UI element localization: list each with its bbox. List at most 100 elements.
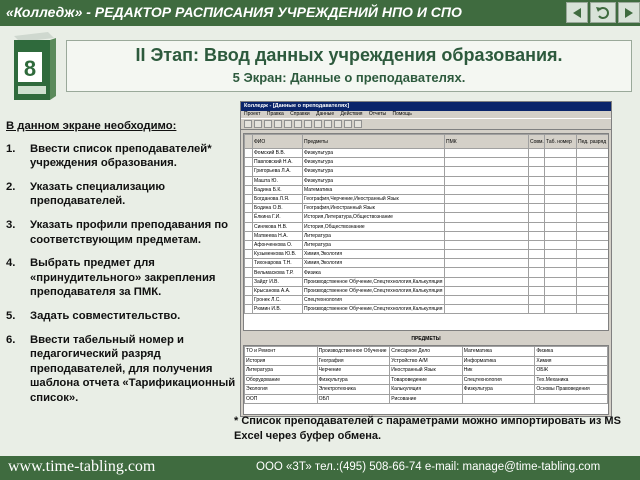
table-cell[interactable] <box>244 258 253 269</box>
toolbar-button[interactable] <box>354 120 362 128</box>
table-cell[interactable] <box>528 304 545 315</box>
table-cell[interactable]: Богданова Л.Я. <box>252 193 303 205</box>
table-cell[interactable]: Химия,Экология <box>302 258 445 269</box>
table-row[interactable]: Бодина О.В. География,Иностранный Язык <box>244 203 608 214</box>
table-cell[interactable]: Бадина Б.К. <box>252 184 303 195</box>
table-cell[interactable] <box>544 212 577 223</box>
table-cell[interactable]: Производственное Обучение,Спецтехнология… <box>302 276 445 287</box>
table-cell[interactable] <box>528 221 545 232</box>
table-row[interactable]: Вельмаскова Т.Р. Физика <box>244 267 608 278</box>
column-header[interactable]: Предметы <box>302 134 445 149</box>
table-cell[interactable] <box>444 221 529 232</box>
toolbar-button[interactable] <box>254 120 262 128</box>
table-cell[interactable]: Производственное Обучение,Спецтехнология… <box>302 304 445 315</box>
table-cell[interactable] <box>528 239 545 251</box>
column-header[interactable]: Таб. номер <box>544 134 577 149</box>
table-cell[interactable]: Тихонарова Т.Н. <box>252 258 303 269</box>
table-row[interactable]: Богданова Л.Я. География,Черчение,Иностра… <box>244 193 608 205</box>
table-cell[interactable]: Синякова Н.В. <box>252 221 303 232</box>
table-cell[interactable] <box>444 175 529 186</box>
table-cell[interactable]: Литература <box>302 230 445 241</box>
table-cell[interactable] <box>544 285 577 297</box>
table-cell[interactable]: История,Литература,Обществознание <box>302 212 445 223</box>
table-cell[interactable]: Математика <box>302 184 445 195</box>
subject-cell[interactable]: История <box>244 355 318 366</box>
menu-item[interactable]: Данные <box>316 111 334 117</box>
table-cell[interactable]: Спецтехнология <box>302 294 445 306</box>
menu-item[interactable]: Справки <box>290 111 310 117</box>
table-cell[interactable] <box>444 166 529 177</box>
table-cell[interactable]: Физкультура <box>302 175 445 186</box>
table-cell[interactable] <box>544 239 577 251</box>
table-cell[interactable]: Кузьменкова Ю.В. <box>252 249 303 260</box>
subject-cell[interactable]: Ник <box>461 365 536 376</box>
table-cell[interactable]: Фомский В.В. <box>252 147 303 159</box>
table-cell[interactable] <box>576 184 608 195</box>
table-cell[interactable]: Бодина О.В. <box>252 203 303 214</box>
table-cell[interactable]: Физика <box>302 267 445 278</box>
table-cell[interactable]: Рюмин И.В. <box>252 304 303 315</box>
subject-cell[interactable]: ООП <box>244 393 318 404</box>
subject-cell[interactable]: Слесарное Дело <box>389 346 463 357</box>
table-cell[interactable] <box>244 166 253 177</box>
table-cell[interactable] <box>544 276 577 287</box>
table-cell[interactable]: Зайдт И.В. <box>252 276 303 287</box>
table-cell[interactable]: Вельмаскова Т.Р. <box>252 267 303 278</box>
table-cell[interactable] <box>576 276 608 287</box>
column-header[interactable]: Пед. разряд <box>576 134 608 149</box>
table-cell[interactable] <box>444 276 529 287</box>
subject-cell[interactable]: Литература <box>244 365 318 376</box>
table-cell[interactable] <box>544 193 577 205</box>
subject-cell[interactable]: Электротехника <box>316 384 391 395</box>
table-row[interactable]: ООП ОБЛ Рисование <box>244 393 608 404</box>
subject-cell[interactable]: Основы Правоведения <box>534 384 608 395</box>
table-cell[interactable] <box>444 230 529 241</box>
table-cell[interactable] <box>528 276 545 287</box>
table-cell[interactable] <box>544 294 577 306</box>
table-cell[interactable] <box>544 157 577 168</box>
table-cell[interactable] <box>576 175 608 186</box>
table-cell[interactable] <box>444 147 529 159</box>
teachers-grid[interactable]: ФИО Предметы ПМК Совм. Таб. номер Пед. р… <box>243 133 609 331</box>
table-cell[interactable] <box>544 166 577 177</box>
menu-item[interactable]: Помощь <box>393 111 412 117</box>
table-cell[interactable] <box>544 230 577 241</box>
table-cell[interactable] <box>444 267 529 278</box>
table-cell[interactable]: Литература <box>302 239 445 251</box>
table-cell[interactable] <box>576 230 608 241</box>
table-cell[interactable] <box>528 175 545 186</box>
column-header[interactable]: Совм. <box>528 134 545 149</box>
subject-cell[interactable]: ОБЛ <box>316 393 391 404</box>
toolbar-button[interactable] <box>284 120 292 128</box>
table-cell[interactable] <box>576 212 608 223</box>
table-cell[interactable] <box>576 304 608 315</box>
table-cell[interactable] <box>444 193 529 205</box>
table-cell[interactable] <box>244 221 253 232</box>
table-cell[interactable]: Ёлкина Г.И. <box>252 212 303 223</box>
table-row[interactable]: История География Устройство А/М Информатик… <box>244 355 608 366</box>
table-cell[interactable] <box>528 157 545 168</box>
subject-cell[interactable]: Калькуляция <box>389 384 463 395</box>
subject-cell[interactable]: ТО и Ремонт <box>244 346 318 357</box>
table-cell[interactable] <box>576 294 608 306</box>
table-cell[interactable] <box>576 193 608 205</box>
table-cell[interactable]: Григорьева Л.А. <box>252 166 303 177</box>
subject-cell[interactable]: Физика <box>534 346 608 357</box>
column-header[interactable]: ПМК <box>444 134 529 149</box>
table-row[interactable]: Фомский В.В. Физкультура <box>244 147 608 159</box>
table-cell[interactable]: Химия,Экология <box>302 249 445 260</box>
menu-item[interactable]: Отчеты <box>369 111 386 117</box>
subject-cell[interactable]: Оборудование <box>244 374 318 385</box>
table-cell[interactable] <box>544 267 577 278</box>
subject-cell[interactable]: Товароведение <box>389 374 463 385</box>
table-cell[interactable] <box>528 193 545 205</box>
toolbar-button[interactable] <box>244 120 252 128</box>
table-cell[interactable] <box>528 249 545 260</box>
subject-cell[interactable]: Физкультура <box>316 374 391 385</box>
table-cell[interactable] <box>528 294 545 306</box>
table-cell[interactable] <box>244 175 253 186</box>
toolbar-button[interactable] <box>344 120 352 128</box>
table-cell[interactable] <box>444 184 529 195</box>
table-cell[interactable] <box>244 294 253 306</box>
subject-cell[interactable] <box>461 393 536 404</box>
